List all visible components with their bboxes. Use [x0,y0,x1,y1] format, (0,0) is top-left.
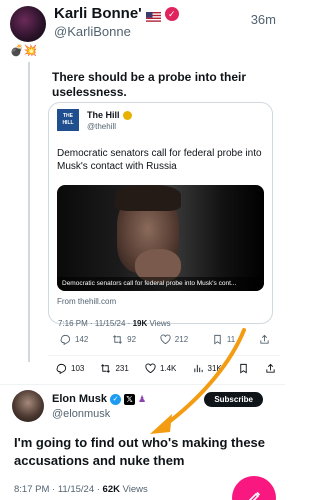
tweet-meta: 8:17 PM · 11/15/24 · 62K Views [14,484,148,495]
x-logo-icon: 𝕏 [124,393,136,405]
reply-button[interactable]: 103 [56,363,84,374]
the-hill-logo: THE HILL [57,109,79,131]
bookmark-icon [214,334,221,345]
avatar[interactable] [12,390,44,422]
author-name-line[interactable]: Elon Musk ✓ 𝕏 ♟ [52,393,147,405]
views-button[interactable]: 31K [193,363,222,374]
card-headline: Democratic senators call for federal pro… [57,148,262,172]
person-icon: ♟ [138,393,147,404]
reply-button[interactable]: 142 [60,334,88,345]
quoted-link-card[interactable]: THE HILL The Hill @thehill Democratic se… [48,102,273,324]
divider [0,384,285,385]
bookmark-button[interactable]: 11 [212,334,235,345]
verified-badge-icon: ✓ [164,6,179,21]
bookmark-icon [240,363,247,374]
image-caption: Democratic senators call for federal pro… [57,277,264,291]
bar-chart-icon [193,364,203,373]
verified-badge-icon: ✓ [110,393,122,405]
repost-button[interactable]: 92 [112,334,136,345]
top-tweet-header: Karli Bonne' ✓ @KarliBonne 36m [10,4,278,44]
heart-icon [145,363,156,374]
quoted-tweet-meta: 7:16 PM · 11/15/24 · 19K Views [58,319,171,328]
card-domain[interactable]: From thehill.com [57,297,116,306]
bookmark-button[interactable] [238,363,249,374]
tweet-text: I'm going to find out who's making these… [14,435,266,468]
compose-button[interactable] [232,476,276,500]
share-button[interactable] [265,363,276,374]
like-button[interactable]: 212 [160,334,188,345]
author-handle[interactable]: @KarliBonne [54,24,131,39]
subscribe-button[interactable]: Subscribe [204,392,263,407]
author-name: Karli Bonne' [54,5,142,22]
share-icon [266,363,275,373]
repost-icon [101,364,111,373]
card-source-handle: @thehill [87,122,117,131]
gold-verified-icon [122,110,132,120]
tweet-emoji-text: 💣💥 [10,45,38,57]
reply-icon [56,363,67,374]
card-source-name[interactable]: The Hill [87,110,132,120]
heart-icon [160,334,171,345]
main-tweet-actions: 103 231 1.4K 31K [56,363,276,374]
card-image[interactable]: Democratic senators call for federal pro… [57,185,264,291]
share-button[interactable] [259,334,270,345]
divider [48,355,280,356]
quoted-tweet-actions: 142 92 212 11 [60,334,270,345]
tweet-time: 36m [250,12,276,27]
avatar[interactable] [10,6,46,42]
reply-icon [60,334,71,345]
author-handle[interactable]: @elonmusk [52,408,110,420]
thread-line [28,62,30,362]
like-button[interactable]: 1.4K [145,363,176,374]
quote-tweet-text: There should be a probe into their usele… [52,70,247,99]
us-flag-icon [145,9,161,22]
repost-icon [113,335,123,344]
photo-hair [115,185,181,211]
compose-icon [248,491,261,500]
author-name: Elon Musk [52,393,108,405]
share-icon [260,334,269,344]
repost-button[interactable]: 231 [100,363,129,374]
author-name-line[interactable]: Karli Bonne' ✓ [54,5,179,22]
